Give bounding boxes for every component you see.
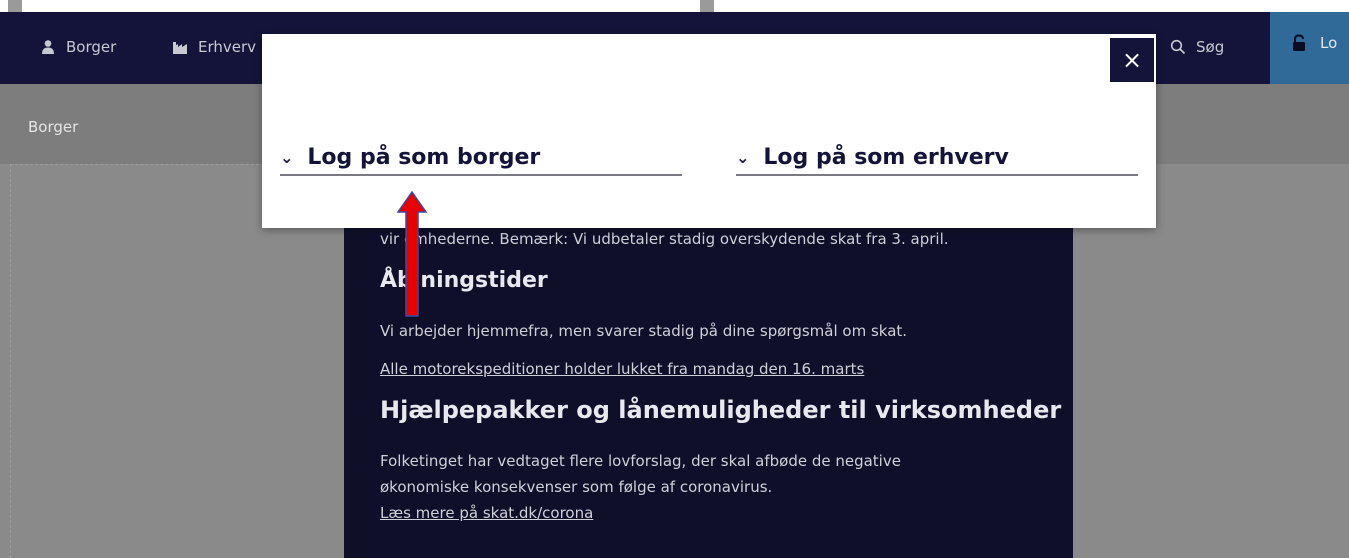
search-button[interactable]: Søg: [1170, 32, 1224, 62]
search-label: Søg: [1196, 38, 1225, 56]
relief-packages-heading: Hjælpepakker og lånemuligheder til virks…: [380, 396, 1062, 424]
accordion-label: Log på som borger: [307, 144, 541, 170]
opening-hours-text: Vi arbejder hjemmefra, men svarer stadig…: [380, 322, 908, 340]
factory-icon: [173, 42, 187, 54]
nav-item-erhverv[interactable]: Erhverv: [172, 32, 256, 62]
strip-marker: [8, 0, 22, 12]
info-card: vir omhederne. Bemærk: Vi udbetaler stad…: [344, 220, 1073, 558]
red-arrow-annotation: [396, 190, 428, 317]
motor-expedition-link[interactable]: Alle motorekspeditioner holder lukket fr…: [380, 360, 864, 378]
dashed-divider: [10, 164, 11, 558]
chevron-down-icon: ⌄: [736, 147, 750, 167]
accordion-label: Log på som erhverv: [763, 144, 1009, 170]
nav-item-borger[interactable]: Borger: [40, 32, 116, 62]
relief-packages-text-line2: økonomiske konsekvenser som følge af cor…: [380, 478, 773, 496]
strip-marker: [700, 0, 714, 12]
intro-text: vir omhederne. Bemærk: Vi udbetaler stad…: [380, 230, 949, 248]
lock-icon: [1293, 34, 1305, 51]
search-icon: [1170, 39, 1186, 55]
close-button[interactable]: ×: [1110, 38, 1154, 82]
top-white-strip: [0, 0, 1349, 12]
breadcrumb-item-borger[interactable]: Borger: [28, 118, 78, 136]
nav-item-label: Borger: [66, 38, 117, 56]
close-icon: ×: [1121, 46, 1143, 74]
relief-packages-text-line1: Folketinget har vedtaget flere lovforsla…: [380, 452, 901, 470]
person-icon: [42, 40, 54, 54]
accordion-login-citizen[interactable]: ⌄ Log på som borger: [280, 140, 682, 176]
chevron-down-icon: ⌄: [280, 147, 294, 167]
login-label: Lo: [1320, 34, 1338, 52]
read-more-corona-link[interactable]: Læs mere på skat.dk/corona: [380, 504, 593, 522]
accordion-login-business[interactable]: ⌄ Log på som erhverv: [736, 140, 1138, 176]
login-button[interactable]: Lo: [1270, 12, 1349, 84]
nav-item-label: Erhverv: [198, 38, 257, 56]
